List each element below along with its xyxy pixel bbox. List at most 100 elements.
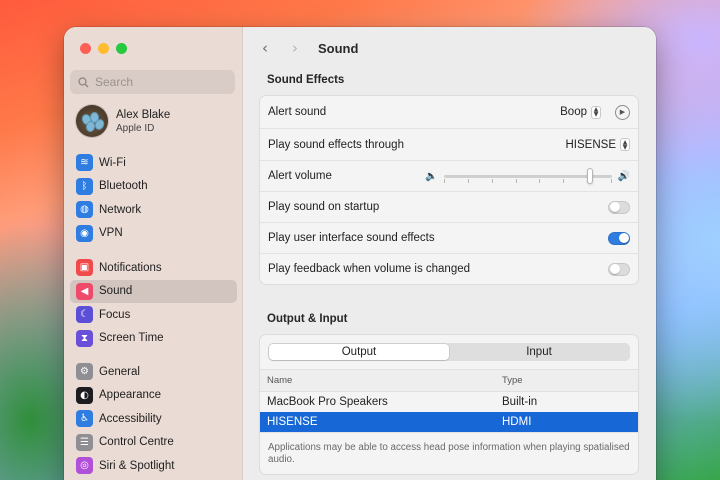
sidebar-item-sound[interactable]: ◀ Sound bbox=[70, 279, 237, 303]
sidebar-group-network: ≋ Wi-Fi ᛒ Bluetooth ◍ Network ◉ VPN bbox=[70, 151, 237, 245]
search-input[interactable] bbox=[95, 75, 225, 89]
device-type: Built-in bbox=[502, 396, 538, 408]
device-table-header: Name Type bbox=[260, 369, 638, 392]
back-button[interactable]: ‹ bbox=[254, 39, 276, 57]
notifications-icon: ▣ bbox=[76, 259, 93, 277]
control-centre-icon: ☰ bbox=[76, 433, 93, 451]
sidebar-item-network[interactable]: ◍ Network bbox=[70, 198, 237, 222]
sidebar-item-label: VPN bbox=[99, 227, 123, 240]
sound-effects-heading: Sound Effects bbox=[267, 74, 345, 86]
play-icon[interactable]: ▶ bbox=[615, 104, 630, 120]
slider-tick bbox=[538, 179, 540, 183]
table-row[interactable]: HISENSE HDMI bbox=[260, 412, 638, 432]
device-table: MacBook Pro Speakers Built-in HISENSE HDMI bbox=[260, 392, 638, 432]
sidebar: Alex Blake Apple ID ≋ Wi-Fi ᛒ Bluetooth ◍ Net… bbox=[64, 27, 243, 480]
appearance-icon: ◐ bbox=[76, 386, 93, 404]
output-input-heading: Output & Input bbox=[267, 313, 348, 325]
popup-chevron-icon: ▲ ▼ bbox=[620, 138, 630, 151]
sidebar-item-siri[interactable]: ◎ Siri & Spotlight bbox=[70, 454, 237, 478]
sidebar-item-label: Accessibility bbox=[99, 412, 162, 425]
sidebar-item-vpn[interactable]: ◉ VPN bbox=[70, 222, 237, 246]
avatar bbox=[76, 105, 108, 137]
sidebar-item-general[interactable]: ⚙ General bbox=[70, 360, 237, 384]
accessibility-icon: ♿ bbox=[76, 410, 93, 428]
sidebar-item-label: Network bbox=[99, 203, 142, 216]
sidebar-item-label: Wi-Fi bbox=[99, 156, 126, 169]
output-device-label: Play sound effects through bbox=[268, 138, 404, 151]
sidebar-item-notifications[interactable]: ▣ Notifications bbox=[70, 256, 237, 280]
alert-sound-value: Boop bbox=[560, 106, 587, 118]
sidebar-item-label: Bluetooth bbox=[99, 180, 148, 193]
startup-sound-toggle[interactable] bbox=[608, 200, 630, 214]
alert-sound-row: Alert sound Boop ▲ ▼ ▶ bbox=[260, 96, 638, 129]
sidebar-item-accessibility[interactable]: ♿ Accessibility bbox=[70, 407, 237, 431]
sidebar-group-general: ⚙ General ◐ Appearance ♿ Accessibility ☰ Contro… bbox=[70, 360, 237, 478]
alert-sound-label: Alert sound bbox=[268, 106, 327, 118]
sidebar-item-label: Appearance bbox=[99, 389, 162, 402]
zoom-button[interactable] bbox=[116, 43, 127, 54]
volume-feedback-row: Play feedback when volume is changed bbox=[260, 254, 638, 284]
sidebar-item-label: Focus bbox=[99, 308, 131, 321]
output-device-popup[interactable]: HISENSE ▲ ▼ bbox=[566, 138, 630, 151]
sidebar-item-appearance[interactable]: ◐ Appearance bbox=[70, 384, 237, 408]
window-controls bbox=[80, 43, 127, 54]
alert-volume-control: 🔈 🔊 bbox=[425, 168, 630, 184]
alert-volume-slider[interactable] bbox=[443, 168, 612, 184]
forward-button[interactable]: › bbox=[284, 39, 306, 57]
slider-tick bbox=[562, 179, 564, 183]
column-header-type[interactable]: Type bbox=[502, 375, 638, 386]
tab-input[interactable]: Input bbox=[449, 344, 629, 360]
wifi-icon: ≋ bbox=[76, 154, 93, 172]
sidebar-item-bluetooth[interactable]: ᛒ Bluetooth bbox=[70, 175, 237, 199]
slider-tick bbox=[443, 179, 445, 183]
device-type: HDMI bbox=[502, 416, 532, 428]
slider-tick bbox=[491, 179, 493, 183]
sidebar-item-control-centre[interactable]: ☰ Control Centre bbox=[70, 431, 237, 455]
bluetooth-icon: ᛒ bbox=[76, 177, 93, 195]
table-row[interactable]: MacBook Pro Speakers Built-in bbox=[260, 392, 638, 412]
ui-sound-effects-toggle[interactable] bbox=[608, 231, 630, 245]
minimize-button[interactable] bbox=[98, 43, 109, 54]
spatial-audio-note: Applications may be able to access head … bbox=[260, 432, 638, 474]
siri-icon: ◎ bbox=[76, 457, 93, 475]
screen-time-icon: ⧗ bbox=[76, 329, 93, 347]
slider-tick bbox=[467, 179, 469, 183]
sidebar-item-wifi[interactable]: ≋ Wi-Fi bbox=[70, 151, 237, 175]
search-field[interactable] bbox=[70, 70, 235, 94]
close-button[interactable] bbox=[80, 43, 91, 54]
device-name: MacBook Pro Speakers bbox=[267, 396, 388, 408]
sidebar-item-label: Sound bbox=[99, 285, 133, 298]
volume-feedback-toggle[interactable] bbox=[608, 262, 630, 276]
startup-sound-row: Play sound on startup bbox=[260, 192, 638, 223]
sound-effects-group: Alert sound Boop ▲ ▼ ▶ Play sound effects… bbox=[259, 95, 639, 285]
toolbar: ‹ › Sound bbox=[243, 27, 656, 69]
volume-high-icon: 🔊 bbox=[617, 170, 630, 182]
network-icon: ◍ bbox=[76, 201, 93, 219]
vpn-icon: ◉ bbox=[76, 224, 93, 242]
settings-window: Alex Blake Apple ID ≋ Wi-Fi ᛒ Bluetooth ◍ Net… bbox=[64, 27, 656, 480]
sidebar-item-label: General bbox=[99, 365, 140, 378]
sidebar-item-screen-time[interactable]: ⧗ Screen Time bbox=[70, 327, 237, 351]
alert-sound-popup[interactable]: Boop ▲ ▼ ▶ bbox=[560, 104, 630, 120]
sound-icon: ◀ bbox=[76, 282, 93, 300]
ui-sound-effects-row: Play user interface sound effects bbox=[260, 223, 638, 254]
output-input-segmented-control: Output Input bbox=[268, 343, 630, 361]
ui-sound-effects-label: Play user interface sound effects bbox=[268, 232, 435, 244]
slider-tick bbox=[610, 179, 612, 183]
page-title: Sound bbox=[318, 40, 359, 56]
startup-sound-label: Play sound on startup bbox=[268, 201, 380, 213]
account-name: Alex Blake bbox=[116, 108, 171, 121]
slider-tick bbox=[515, 179, 517, 183]
alert-volume-label: Alert volume bbox=[268, 170, 332, 182]
sidebar-item-label: Notifications bbox=[99, 261, 162, 274]
sidebar-item-label: Screen Time bbox=[99, 332, 164, 345]
column-header-name[interactable]: Name bbox=[260, 375, 502, 386]
tab-output[interactable]: Output bbox=[269, 344, 449, 360]
apple-id-account[interactable]: Alex Blake Apple ID bbox=[76, 105, 170, 137]
focus-icon: ☾ bbox=[76, 306, 93, 324]
sidebar-item-focus[interactable]: ☾ Focus bbox=[70, 303, 237, 327]
volume-feedback-label: Play feedback when volume is changed bbox=[268, 263, 471, 275]
popup-chevron-icon: ▲ ▼ bbox=[591, 105, 601, 119]
slider-tick bbox=[586, 179, 588, 183]
volume-low-icon: 🔈 bbox=[425, 170, 438, 182]
